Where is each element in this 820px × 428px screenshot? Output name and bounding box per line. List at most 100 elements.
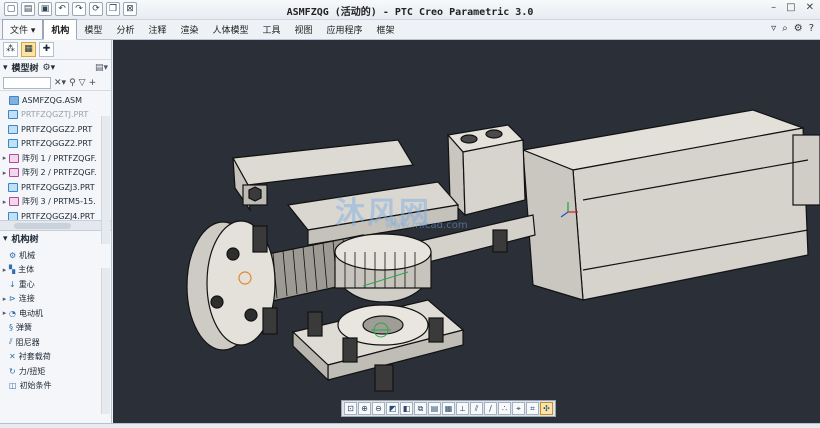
- help-icon[interactable]: ?: [809, 23, 814, 34]
- tab-view[interactable]: 视图: [288, 20, 320, 39]
- navigator-panel: ⁂ ▦ ✚ ▾ 模型树 ⚙▾ ▤▾ ✕▾ ⚲ ▽ + ASMFZQG.ASM P…: [0, 40, 112, 428]
- tree-item[interactable]: PRTFZQGGZJ3.PRT: [0, 180, 111, 195]
- mech-root[interactable]: ⚙ 机械: [0, 248, 111, 263]
- mech-item[interactable]: § 弹簧: [0, 321, 111, 336]
- initial-condition-icon: ◫: [9, 381, 17, 391]
- tree-item-label: 阻尼器: [15, 337, 40, 347]
- collapse-icon[interactable]: ▾: [3, 63, 8, 73]
- navigator-tabs: ⁂ ▦ ✚: [0, 40, 111, 60]
- expand-icon[interactable]: ▸: [0, 295, 9, 303]
- expand-icon[interactable]: ▸: [0, 169, 9, 177]
- tab-frame[interactable]: 框架: [370, 20, 402, 39]
- repaint-icon[interactable]: ◩: [386, 402, 399, 415]
- close-button[interactable]: ✕: [806, 2, 814, 13]
- view-manager-icon[interactable]: ▤: [428, 402, 441, 415]
- tree-item[interactable]: ▸ 阵列 1 / PRTFZQGF.: [0, 151, 111, 166]
- tree-item-label: ASMFZQG.ASM: [22, 95, 83, 105]
- refit-icon[interactable]: ⊡: [344, 402, 357, 415]
- tree-filter-icon[interactable]: ▤▾: [95, 63, 108, 73]
- mech-item[interactable]: ▸ ⊳ 连接: [0, 292, 111, 307]
- tab-applications[interactable]: 应用程序: [320, 20, 370, 39]
- part-icon: [8, 124, 18, 134]
- search-icon[interactable]: ⌕: [782, 23, 788, 34]
- status-bar: [0, 423, 820, 428]
- gravity-icon: ↓: [9, 279, 16, 289]
- datum-display-icon[interactable]: ⟂: [456, 402, 469, 415]
- expand-icon[interactable]: ▸: [0, 309, 9, 317]
- mech-item[interactable]: ↓ 重心: [0, 277, 111, 292]
- damper-icon: ⫽: [9, 337, 13, 347]
- tree-item[interactable]: PRTFZQGGZ2.PRT: [0, 137, 111, 152]
- model-tree-header: ▾ 模型树 ⚙▾ ▤▾: [0, 60, 111, 75]
- mech-item[interactable]: ▸ ◔ 电动机: [0, 306, 111, 321]
- tree-search-input[interactable]: [3, 76, 51, 89]
- mech-item[interactable]: ◫ 初始条件: [0, 379, 111, 394]
- pattern-icon: [9, 168, 19, 178]
- plane-display-icon[interactable]: ⫽: [470, 402, 483, 415]
- tree-item[interactable]: PRTFZQGGZ2.PRT: [0, 122, 111, 137]
- tab-manikin[interactable]: 人体模型: [205, 20, 255, 39]
- display-style-icon[interactable]: ◧: [400, 402, 413, 415]
- title-bar: ▢ ▤ ▣ ↶ ↷ ⟳ ❐ ⊠ ASMFZQG (活动的) - PTC Creo…: [0, 0, 820, 20]
- folder-browser-icon[interactable]: ▦: [21, 42, 36, 57]
- model-tree: ASMFZQG.ASM PRTFZQGZTJ.PRT PRTFZQGGZ2.PR…: [0, 91, 111, 221]
- expand-icon[interactable]: ▸: [0, 266, 9, 274]
- tab-tools[interactable]: 工具: [256, 20, 288, 39]
- connections-icon: ⊳: [9, 294, 16, 304]
- favorites-icon[interactable]: ✚: [39, 42, 54, 57]
- assembly-model-view[interactable]: [113, 40, 820, 423]
- part-icon: [8, 139, 18, 149]
- tab-file-label: 文件: [10, 26, 29, 36]
- zoom-out-icon[interactable]: ⊖: [372, 402, 385, 415]
- model-tree-title: 模型树: [11, 64, 39, 74]
- graphics-window[interactable]: 沐风网 www.mfcad.com ⊡ ⊕ ⊖ ◩ ◧ ⧉ ▤ ▦ ⟂ ⫽ ∕ …: [113, 40, 820, 423]
- add-icon[interactable]: +: [89, 78, 97, 88]
- tree-item[interactable]: PRTFZQGGZJ4.PRT: [0, 209, 111, 220]
- minimize-button[interactable]: –: [771, 2, 776, 13]
- collapse-icon[interactable]: ▾: [3, 234, 8, 244]
- mech-item[interactable]: ✕ 衬套载荷: [0, 350, 111, 365]
- tree-settings-icon[interactable]: ⚙▾: [43, 63, 56, 73]
- spin-center-icon[interactable]: ✣: [540, 402, 553, 415]
- clear-icon[interactable]: ✕▾: [54, 78, 66, 88]
- bushing-load-icon: ✕: [9, 352, 16, 362]
- tab-mechanism[interactable]: 机构: [43, 19, 78, 40]
- tree-item[interactable]: PRTFZQGZTJ.PRT: [0, 108, 111, 123]
- tree-item-label: 机械: [19, 250, 36, 260]
- tab-analysis[interactable]: 分析: [109, 20, 141, 39]
- zoom-in-icon[interactable]: ⊕: [358, 402, 371, 415]
- annotation-display-icon[interactable]: ⌗: [526, 402, 539, 415]
- csys-display-icon[interactable]: ⌖: [512, 402, 525, 415]
- expand-icon[interactable]: ▸: [0, 154, 9, 162]
- point-display-icon[interactable]: ∴: [498, 402, 511, 415]
- model-tree-tab-icon[interactable]: ⁂: [3, 42, 18, 57]
- part-icon: [8, 182, 18, 192]
- window-title: ASMFZQG (活动的) - PTC Creo Parametric 3.0: [286, 7, 534, 18]
- tree-root[interactable]: ASMFZQG.ASM: [0, 93, 111, 108]
- settings-icon[interactable]: ⚙: [794, 23, 803, 34]
- tree-item[interactable]: ▸ 阵列 3 / PRTM5-15.: [0, 195, 111, 210]
- mech-item[interactable]: ↻ 力/扭矩: [0, 364, 111, 379]
- tab-render[interactable]: 渲染: [173, 20, 205, 39]
- tree-item[interactable]: ▸ 阵列 2 / PRTFZQGF.: [0, 166, 111, 181]
- filter-icon[interactable]: ▽: [79, 78, 86, 88]
- bodies-icon: ▚: [9, 265, 16, 275]
- find-icon[interactable]: ⚲: [69, 78, 76, 88]
- chevron-down-icon[interactable]: ▿: [771, 23, 776, 34]
- perspective-icon[interactable]: ▦: [442, 402, 455, 415]
- tree-item-label: 阵列 1 / PRTFZQGF.: [22, 153, 97, 163]
- maximize-button[interactable]: □: [786, 2, 795, 13]
- expand-icon[interactable]: ▸: [0, 198, 9, 206]
- mech-item[interactable]: ▸ ▚ 主体: [0, 263, 111, 278]
- mech-item[interactable]: ⫽ 阻尼器: [0, 335, 111, 350]
- axis-display-icon[interactable]: ∕: [484, 402, 497, 415]
- model-tree-scrollbar[interactable]: [101, 116, 110, 244]
- tree-item-label: 衬套载荷: [18, 352, 51, 362]
- mechanism-tree-scrollbar[interactable]: [101, 268, 110, 414]
- tab-annotate[interactable]: 注释: [141, 20, 173, 39]
- tab-model[interactable]: 模型: [77, 20, 109, 39]
- tab-file[interactable]: 文件 ▾: [2, 19, 44, 39]
- tree-horizontal-scrollbar[interactable]: [0, 221, 111, 231]
- ribbon-right-tools: ▿ ⌕ ⚙ ?: [771, 23, 814, 34]
- saved-orientations-icon[interactable]: ⧉: [414, 402, 427, 415]
